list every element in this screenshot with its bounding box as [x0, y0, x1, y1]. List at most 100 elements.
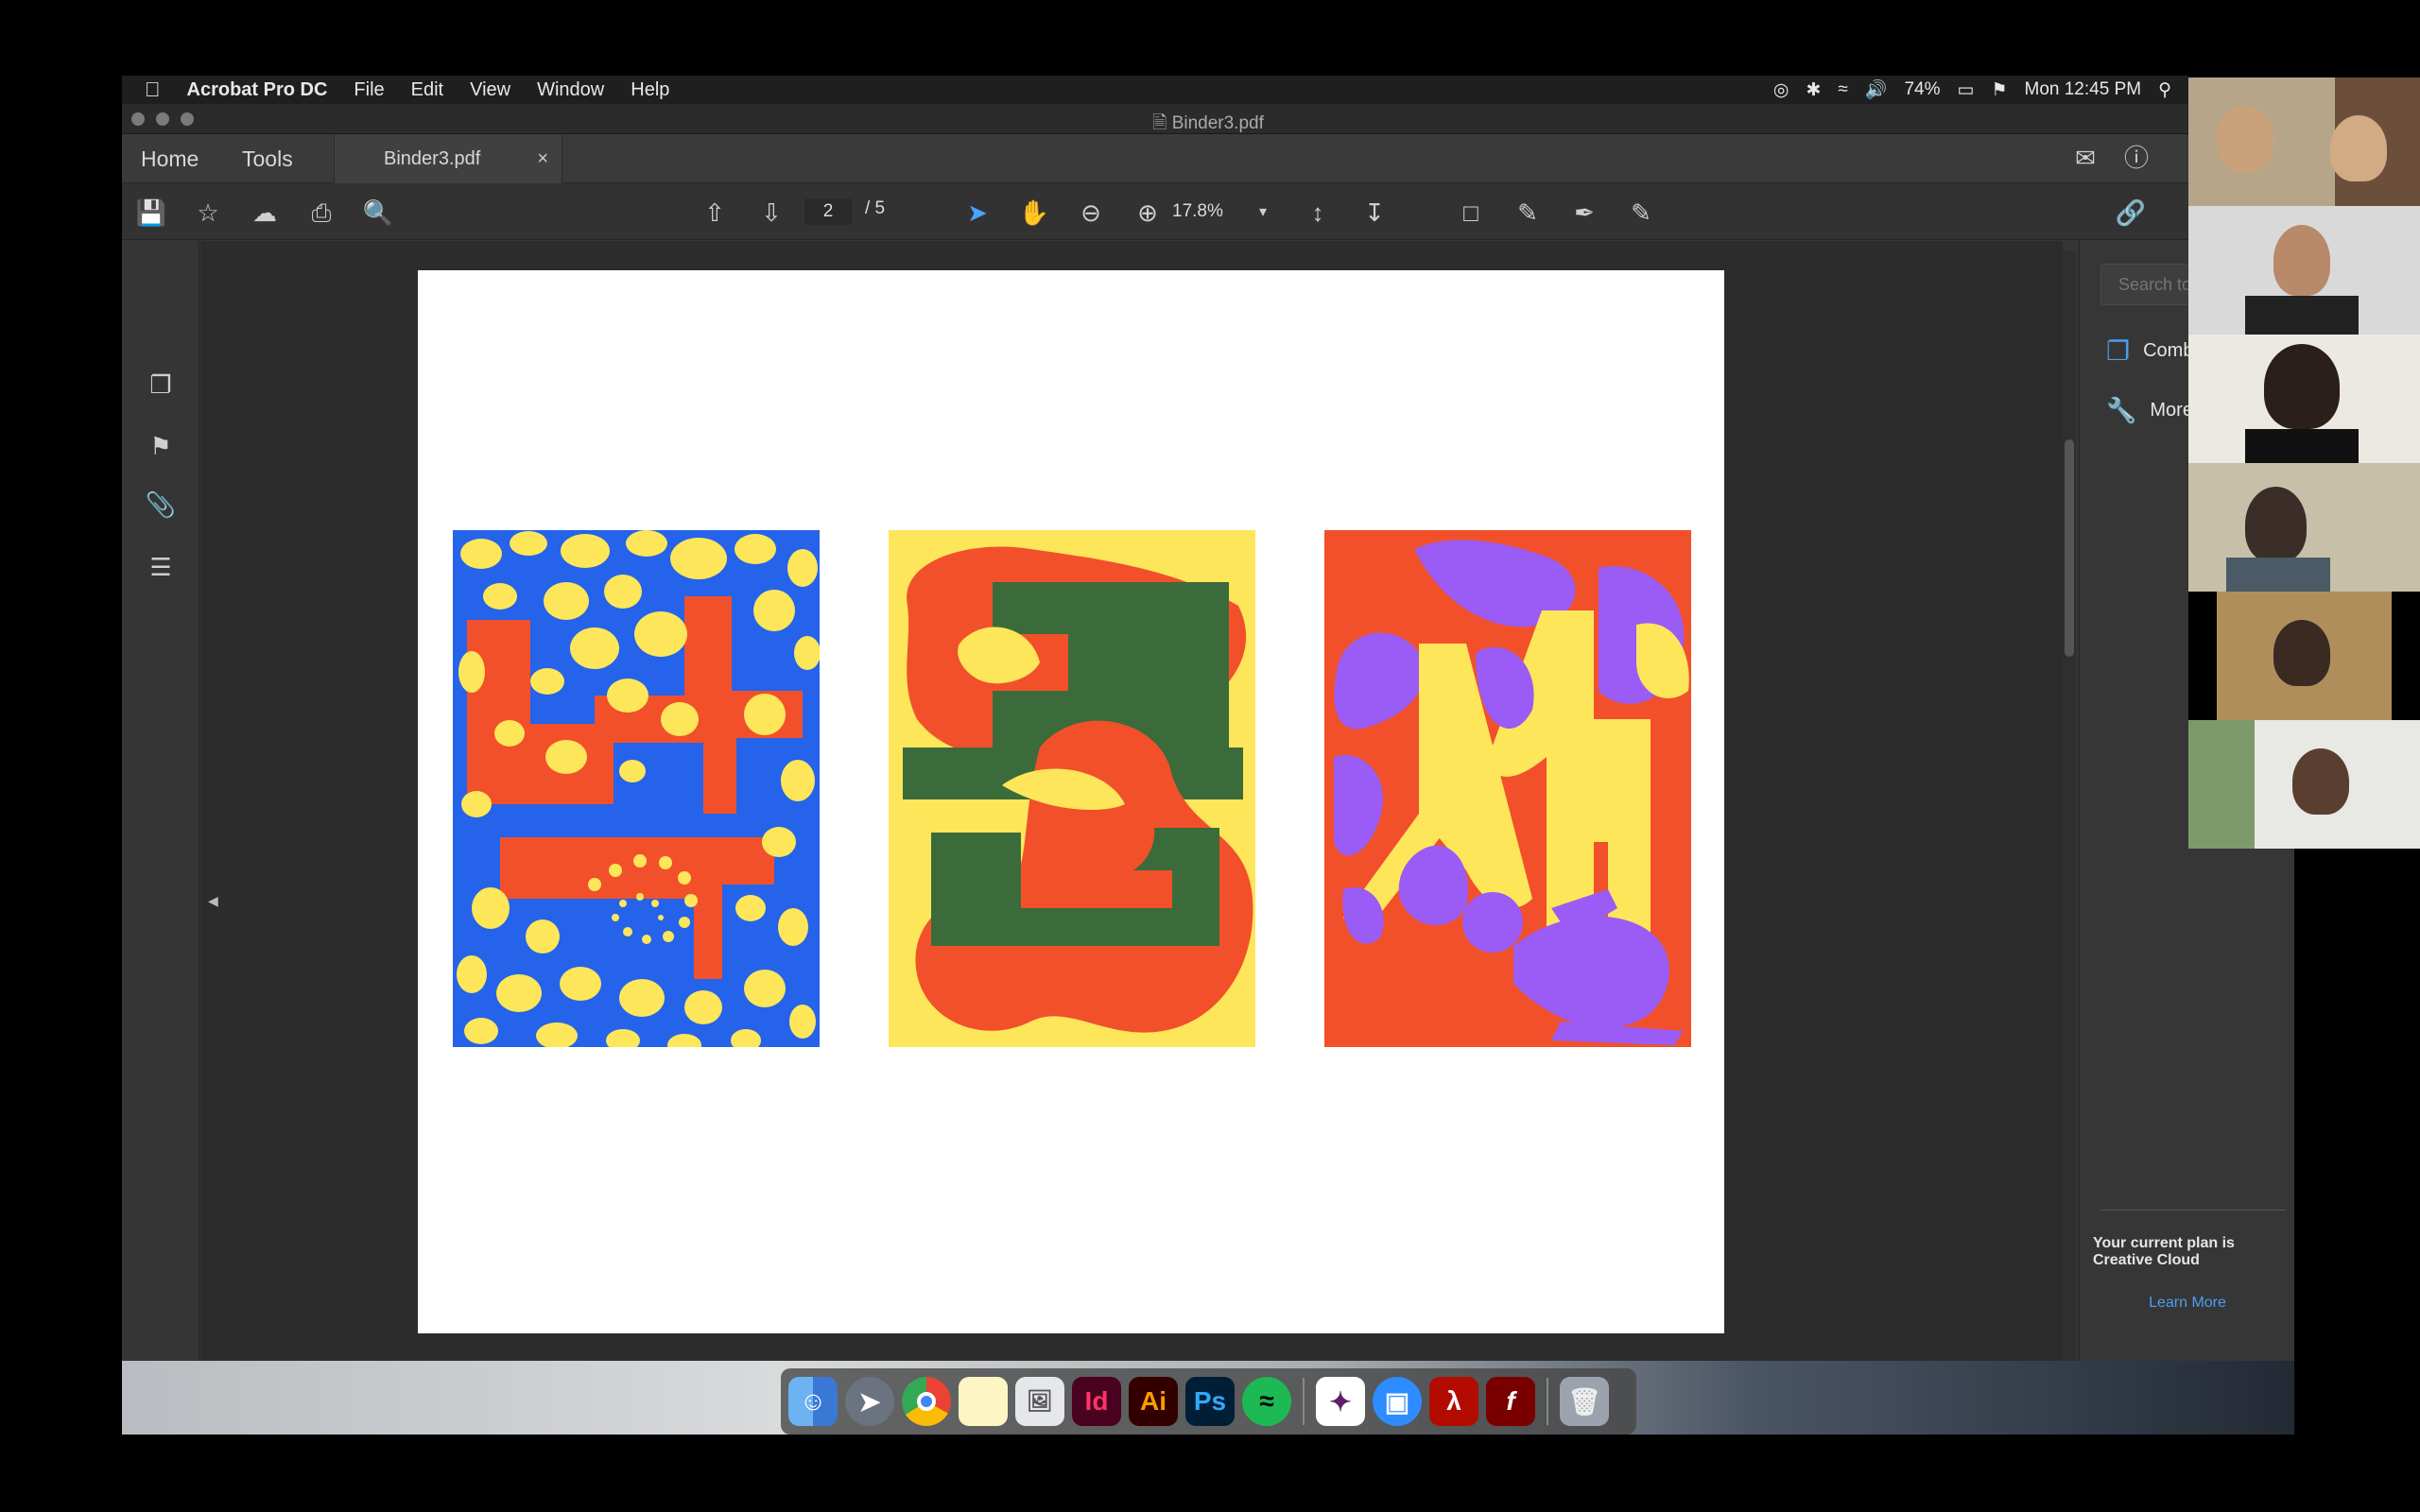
photoshop-icon[interactable]: Ps	[1185, 1377, 1235, 1426]
slack-icon[interactable]: ✦	[1316, 1377, 1365, 1426]
zoom-out-icon[interactable]: ⊖	[1075, 197, 1107, 229]
scroll-mode-icon[interactable]: ↧	[1358, 197, 1391, 229]
zoom-in-icon[interactable]: ⊕	[1132, 197, 1164, 229]
acrobat-icon[interactable]: λ	[1429, 1377, 1478, 1426]
menu-file[interactable]: File	[354, 79, 384, 101]
participant-face	[2292, 748, 2349, 815]
participant-face	[2273, 620, 2330, 686]
tab-bar: Home Tools Binder3.pdf × ✉ ⓘ	[122, 134, 2294, 183]
poster-blue-yellow-art	[453, 530, 820, 1047]
window-title: Binder3.pdf	[1171, 113, 1264, 133]
page-total: / 5	[865, 198, 886, 218]
volume-icon[interactable]: 🔊	[1865, 78, 1888, 101]
highlight-pen-icon[interactable]: ✎	[1512, 197, 1544, 229]
select-arrow-icon[interactable]: ➤	[961, 197, 994, 229]
flash-icon[interactable]: f	[1486, 1377, 1535, 1426]
poster-red-purple-yellow	[1324, 530, 1691, 1047]
globe-icon[interactable]: ◎	[1773, 79, 1789, 101]
combine-files-icon: ❐	[2106, 336, 2131, 366]
bookmarks-icon[interactable]: ⚑	[145, 432, 177, 464]
spotlight-icon[interactable]: ⚲	[2158, 79, 2171, 101]
spotify-icon[interactable]: ≈	[1242, 1377, 1291, 1426]
video-tile-2[interactable]	[2188, 206, 2420, 335]
participant-face	[2245, 487, 2307, 562]
menu-help[interactable]: Help	[631, 79, 669, 101]
pdf-page	[418, 270, 1724, 1333]
illustrator-icon[interactable]: Ai	[1129, 1377, 1178, 1426]
participant-face	[2217, 106, 2273, 172]
battery-icon[interactable]: ▭	[1958, 79, 1975, 101]
vertical-scrollbar[interactable]	[2063, 250, 2076, 1361]
participant-face	[2264, 344, 2340, 429]
save-icon[interactable]: 💾	[135, 197, 167, 229]
upload-cloud-icon[interactable]: ☁	[249, 197, 281, 229]
status-area: ◎ ✱ ≈ 🔊 74% ▭ ⚑ Mon 12:45 PM ⚲	[1773, 76, 2171, 104]
acrobat-window: 🗎 Binder3.pdf Home Tools Binder3.pdf × ✉…	[122, 104, 2295, 1429]
help-icon[interactable]: ⓘ	[2120, 142, 2152, 174]
poster-red-purple-yellow-art	[1324, 530, 1691, 1047]
menu-edit[interactable]: Edit	[411, 79, 443, 101]
participant-body	[2245, 429, 2359, 463]
document-view[interactable]: ◀	[200, 241, 2092, 1429]
tab-tools[interactable]: Tools	[242, 134, 293, 183]
layers-icon[interactable]: ☰	[145, 553, 177, 585]
dock-separator	[1547, 1378, 1548, 1425]
title-bar: 🗎 Binder3.pdf	[122, 104, 2294, 134]
wifi-icon[interactable]: ≈	[1838, 79, 1847, 100]
navigation-rail: ❐ ⚑ 📎 ☰	[122, 241, 199, 1361]
page-thumbnails-icon[interactable]: ❐	[145, 370, 177, 403]
chrome-icon[interactable]	[902, 1377, 951, 1426]
zoom-search-icon[interactable]: 🔍	[362, 197, 394, 229]
battery-percent[interactable]: 74%	[1904, 79, 1940, 100]
participant-body	[2226, 558, 2330, 592]
menu-app-name[interactable]: Acrobat Pro DC	[187, 79, 328, 101]
pdf-file-icon: 🗎	[1152, 113, 1172, 133]
preview-icon[interactable]: 🖼	[1015, 1377, 1064, 1426]
trash-icon[interactable]: 🗑	[1560, 1377, 1609, 1426]
macos-menu-bar:  Acrobat Pro DC File Edit View Window H…	[122, 76, 2188, 104]
finder-icon[interactable]: ☺	[788, 1377, 838, 1426]
zoom-icon[interactable]: ▣	[1373, 1377, 1422, 1426]
participant-face	[2330, 115, 2387, 181]
learn-more-link[interactable]: Learn More	[2080, 1295, 2295, 1312]
hand-tool-icon[interactable]: ✋	[1018, 197, 1050, 229]
previous-page-icon[interactable]: ⇧	[699, 197, 731, 229]
bluetooth-icon[interactable]: ✱	[1806, 79, 1821, 101]
fit-page-icon[interactable]: ↕	[1302, 197, 1334, 229]
apple-menu-icon[interactable]: 	[145, 77, 161, 102]
zoom-dropdown-icon[interactable]: ▾	[1247, 197, 1279, 229]
share-link-icon[interactable]: 🔗	[2115, 197, 2147, 229]
print-icon[interactable]: ⎙	[305, 197, 337, 229]
video-tile-6[interactable]	[2188, 720, 2420, 849]
video-tile-1[interactable]	[2188, 77, 2420, 206]
video-tile-3[interactable]	[2188, 335, 2420, 463]
scroll-thumb[interactable]	[2065, 439, 2074, 657]
video-tile-5[interactable]	[2188, 592, 2420, 720]
bookmark-star-icon[interactable]: ☆	[192, 197, 224, 229]
sign-icon[interactable]: ✒	[1568, 197, 1600, 229]
flag-icon[interactable]: ⚑	[1991, 79, 2007, 101]
poster-blue-yellow	[453, 530, 820, 1047]
attachments-icon[interactable]: 📎	[145, 490, 177, 523]
tab-home[interactable]: Home	[141, 134, 199, 183]
comment-icon[interactable]: □	[1455, 197, 1487, 229]
more-tools-icon: 🔧	[2106, 396, 2137, 424]
clock[interactable]: Mon 12:45 PM	[2025, 79, 2142, 100]
edit-pdf-icon[interactable]: ✎	[1625, 197, 1657, 229]
page-number-input[interactable]	[804, 198, 852, 225]
menu-view[interactable]: View	[470, 79, 510, 101]
macos-dock: ☺ ➤ 🖼 Id Ai Ps ≈ ✦ ▣ λ f 🗑	[781, 1368, 1636, 1435]
close-tab-icon[interactable]: ×	[537, 148, 548, 170]
plant-background	[2188, 720, 2255, 849]
notes-icon[interactable]	[959, 1377, 1008, 1426]
tab-document[interactable]: Binder3.pdf ×	[334, 134, 562, 183]
menu-window[interactable]: Window	[537, 79, 604, 101]
launchpad-icon[interactable]: ➤	[845, 1377, 894, 1426]
video-tile-4[interactable]	[2188, 463, 2420, 592]
indesign-icon[interactable]: Id	[1072, 1377, 1121, 1426]
dock-separator	[1303, 1378, 1305, 1425]
comment-bubble-icon[interactable]: ✉	[2069, 142, 2101, 174]
divider	[2100, 1210, 2286, 1211]
next-page-icon[interactable]: ⇩	[755, 197, 787, 229]
collapse-left-icon[interactable]: ◀	[208, 893, 218, 909]
